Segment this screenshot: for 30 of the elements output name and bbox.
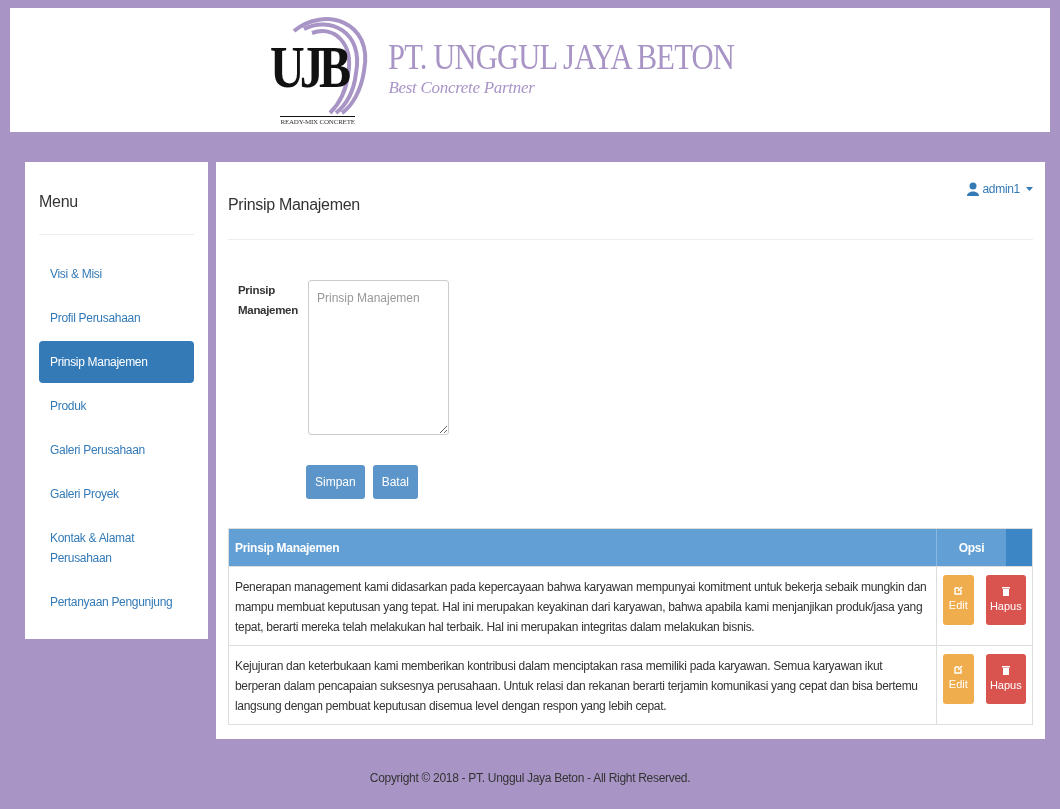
edit-icon xyxy=(953,665,963,675)
caret-icon xyxy=(1026,187,1033,191)
trash-icon xyxy=(1001,664,1010,675)
footer-text: Copyright © 2018 - PT. Unggul Jaya Beton - All Right Reserved. xyxy=(369,771,691,785)
sidebar-item[interactable]: Visi & Misi xyxy=(39,253,194,295)
user-menu[interactable]: admin1 xyxy=(967,180,1033,198)
sidebar-item[interactable]: Profil Perusahaan xyxy=(39,297,194,339)
sidebar-item[interactable]: Pertanyaan Pengunjung xyxy=(39,581,194,623)
logo-letters: UJB xyxy=(270,37,347,97)
user-icon xyxy=(967,182,980,196)
sidebar-item[interactable]: Produk xyxy=(39,385,194,427)
column-header: Prinsip Manajemen xyxy=(234,539,341,557)
edit-icon xyxy=(953,586,963,596)
sidebar-title: Menu xyxy=(39,190,194,235)
trash-icon xyxy=(1001,585,1010,596)
text-area-field[interactable]: Prinsip Manajemen xyxy=(308,280,449,435)
sidebar-item[interactable]: Prinsip Manajemen xyxy=(39,341,194,383)
sort-indicator xyxy=(1006,529,1032,566)
save-button[interactable]: Simpan xyxy=(306,465,365,499)
company-name: PT. UNGGUL JAYA BETON xyxy=(388,39,735,76)
sidebar-item[interactable]: Kontak & Alamat Perusahaan xyxy=(39,517,194,579)
sidebar-item[interactable]: Galeri Proyek xyxy=(39,473,194,515)
company-tagline: Best Concrete Partner xyxy=(388,77,536,100)
table-cell-text: Penerapan management kami didasarkan pada kepercayaan bahwa karyawan mempunyai komitment untuk bekerja sebaik mungkin dan mampu membuat keputusan yang tepat. Hal ini merupakan keyakinan dari karyawan, bahwa apabila kami menjanjikan produk/jasa yang tepat, berarti mereka telah melakukan hal terbaik. Hal ini merupakan integritas dalam melakukan bisnis. xyxy=(234,579,928,636)
field-label: Prinsip Manajemen xyxy=(238,283,298,318)
delete-button[interactable]: Hapus xyxy=(985,575,1026,625)
delete-button[interactable]: Hapus xyxy=(985,654,1026,704)
sidebar-item[interactable]: Galeri Perusahaan xyxy=(39,429,194,471)
table-cell-text: Kejujuran dan keterbukaan kami memberikan kontribusi dalam menciptakan rasa memiliki pada karyawan. Semua karyawan ikut berperan dalam pencapaian suksesnya perusahaan. Untuk relasi dan rekanan berarti terjamin komunikasi yang cepat dan bisa bertemu langsung dengan pembuat keputusan disemua level dengan respon yang lebih cepat. xyxy=(234,658,919,715)
cancel-button[interactable]: Batal xyxy=(372,465,419,499)
